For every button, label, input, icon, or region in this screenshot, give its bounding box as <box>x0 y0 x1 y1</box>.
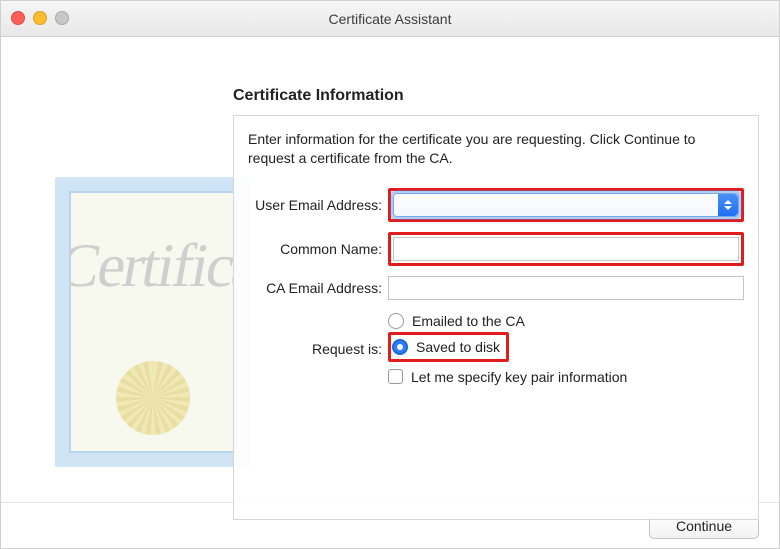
radio-icon[interactable] <box>388 313 404 329</box>
radio-saved-label: Saved to disk <box>416 339 500 355</box>
checkbox-icon[interactable] <box>388 369 403 384</box>
keypair-checkbox-row[interactable]: Let me specify key pair information <box>388 366 744 388</box>
certificate-assistant-window: Certificate Assistant Certificate Certif… <box>0 0 780 549</box>
page-title: Certificate Information <box>233 87 759 105</box>
common-name-field[interactable] <box>393 237 739 261</box>
request-is-label: Request is: <box>248 341 388 357</box>
main-panel: Certificate Information Enter informatio… <box>233 87 759 520</box>
window-body: Certificate Certificate Information Ente… <box>1 37 779 502</box>
radio-icon[interactable] <box>392 339 408 355</box>
certificate-illustration: Certificate <box>55 177 250 467</box>
keypair-label: Let me specify key pair information <box>411 369 627 385</box>
highlight-saved: Saved to disk <box>388 332 509 362</box>
close-icon[interactable] <box>11 11 25 25</box>
highlight-common-name <box>388 232 744 266</box>
form-box: Enter information for the certificate yo… <box>233 115 759 520</box>
radio-emailed-label: Emailed to the CA <box>412 313 525 329</box>
seal-icon <box>116 361 190 435</box>
radio-emailed[interactable]: Emailed to the CA <box>388 310 744 332</box>
title-bar: Certificate Assistant <box>1 1 779 37</box>
zoom-icon <box>55 11 69 25</box>
radio-saved[interactable]: Saved to disk <box>392 336 500 358</box>
ca-email-label: CA Email Address: <box>248 280 388 296</box>
window-controls <box>11 11 69 25</box>
ca-email-field[interactable] <box>388 276 744 300</box>
user-email-label: User Email Address: <box>248 197 388 213</box>
common-name-label: Common Name: <box>248 241 388 257</box>
highlight-user-email <box>388 188 744 222</box>
instructions: Enter information for the certificate yo… <box>248 130 744 168</box>
user-email-field[interactable] <box>393 193 739 217</box>
chevron-up-down-icon[interactable] <box>718 194 738 216</box>
window-title: Certificate Assistant <box>329 11 452 27</box>
minimize-icon[interactable] <box>33 11 47 25</box>
